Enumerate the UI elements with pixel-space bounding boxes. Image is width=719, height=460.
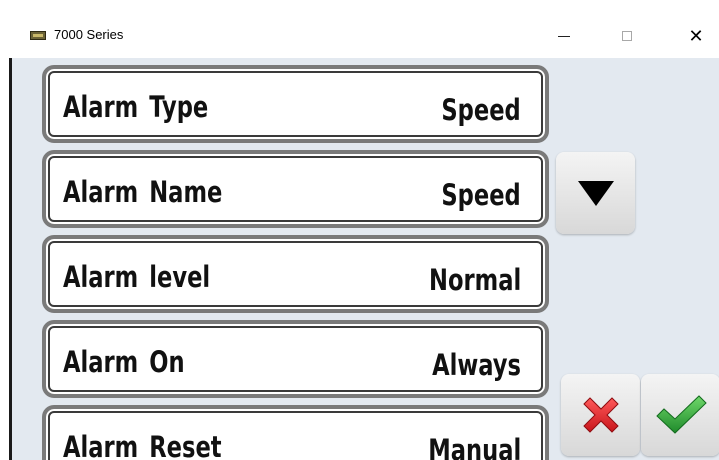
green-check-icon bbox=[655, 395, 707, 434]
app-window: 7000 Series ✕ Alarm Type Speed Alarm Nam… bbox=[0, 0, 719, 460]
setting-label: Alarm Name bbox=[63, 175, 223, 209]
setting-label: Alarm On bbox=[63, 345, 185, 379]
setting-value: Speed bbox=[441, 178, 521, 212]
minimize-icon bbox=[558, 35, 570, 37]
close-icon: ✕ bbox=[688, 25, 704, 47]
setting-value: Manual bbox=[427, 433, 521, 460]
triangle-down-icon bbox=[577, 181, 614, 206]
setting-row-alarm-on[interactable]: Alarm On Always bbox=[42, 320, 549, 398]
setting-label: Alarm Type bbox=[63, 90, 209, 124]
window-title: 7000 Series bbox=[54, 27, 124, 42]
minimize-button[interactable] bbox=[541, 20, 587, 52]
maximize-icon bbox=[622, 31, 632, 41]
setting-row-alarm-reset[interactable]: Alarm Reset Manual bbox=[42, 405, 549, 460]
confirm-button[interactable] bbox=[641, 374, 719, 456]
setting-row-alarm-level[interactable]: Alarm level Normal bbox=[42, 235, 549, 313]
cancel-button[interactable] bbox=[561, 374, 640, 456]
setting-label: Alarm Reset bbox=[63, 430, 222, 460]
maximize-button[interactable] bbox=[604, 20, 650, 52]
display-device-icon bbox=[30, 31, 46, 40]
scroll-down-button[interactable] bbox=[556, 152, 635, 234]
close-button[interactable]: ✕ bbox=[673, 20, 719, 52]
setting-value: Always bbox=[432, 348, 521, 382]
setting-label: Alarm level bbox=[63, 260, 211, 294]
setting-row-alarm-name[interactable]: Alarm Name Speed bbox=[42, 150, 549, 228]
setting-value: Speed bbox=[441, 93, 521, 127]
title-bar[interactable]: 7000 Series ✕ bbox=[0, 0, 719, 58]
setting-value: Normal bbox=[428, 263, 521, 297]
setting-row-alarm-type[interactable]: Alarm Type Speed bbox=[42, 65, 549, 143]
red-x-icon bbox=[582, 397, 619, 433]
